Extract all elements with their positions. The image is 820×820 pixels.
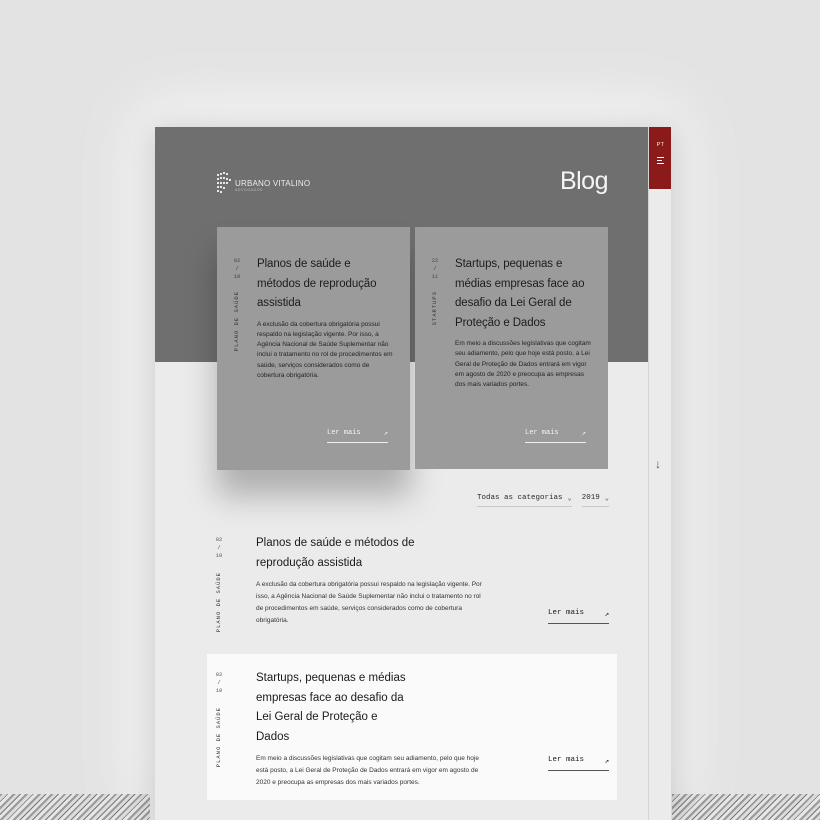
post-excerpt: A exclusão da cobertura obrigatória poss… [256,581,482,624]
post-title[interactable]: Startups, pequenas e médias empresas fac… [256,669,411,747]
hamburger-icon[interactable] [657,157,664,164]
arrow-up-right-icon: ↗ [604,758,609,766]
site-logo[interactable]: URBANO VITALINO ADVOGADOS [217,172,311,193]
post-day: 02 [233,257,241,264]
read-more-link[interactable]: Ler mais ↗ [327,429,388,443]
post-day: 22 [431,257,439,264]
arrow-up-right-icon: ↗ [604,611,609,619]
date-separator: / [217,544,221,551]
post-filters: Todas as categorias ⌄ 2019 ⌄ [477,494,609,507]
post-day: 02 [215,536,223,543]
featured-card[interactable]: 22 / 11 STARTUPS Startups, pequenas e mé… [415,227,608,469]
post-month: 10 [215,552,223,559]
logo-mark-icon [217,172,231,193]
arrow-up-right-icon: ↗ [383,430,388,438]
read-more-link[interactable]: Ler mais ↗ [548,756,609,771]
language-switch[interactable]: PT [657,142,665,148]
category-select[interactable]: Todas as categorias ⌄ [477,494,572,507]
post-day: 02 [215,671,223,678]
chevron-down-icon: ⌄ [567,495,572,503]
post-excerpt: A exclusão da cobertura obrigatória poss… [257,320,393,379]
read-more-label: Ler mais [327,429,361,437]
post-category: PLANO DE SAÚDE [215,572,222,633]
year-select-value: 2019 [581,494,600,502]
post-month: 11 [431,273,439,280]
read-more-label: Ler mais [548,756,585,764]
post-date: 22 / 11 STARTUPS [428,257,442,325]
date-separator: / [217,679,221,686]
post-month: 10 [233,273,241,280]
year-select[interactable]: 2019 ⌄ [581,494,609,507]
date-separator: / [235,265,239,272]
logo-name: URBANO VITALINO [235,178,311,188]
featured-card[interactable]: 02 / 10 PLANO DE SAÚDE Planos de saúde e… [217,227,410,470]
category-select-value: Todas as categorias [477,494,563,502]
arrow-up-right-icon: ↗ [581,430,586,438]
read-more-label: Ler mais [525,429,559,437]
post-date: 02 / 10 PLANO DE SAÚDE [212,671,226,767]
post-category: PLANO DE SAÚDE [233,291,240,352]
post-excerpt: Em meio a discussões legislativas que co… [455,340,591,389]
post-category: STARTUPS [431,291,438,326]
arrow-down-icon[interactable]: ↓ [655,457,661,471]
page-title: Blog [559,167,609,195]
logo-subtitle: ADVOGADOS [235,188,263,192]
date-separator: / [433,265,437,272]
terrazzo-floor-left [0,794,150,820]
post-list-item[interactable]: 02 / 10 PLANO DE SAÚDE Startups, pequena… [207,654,617,800]
side-rail: PT ↓ [648,127,671,820]
post-month: 10 [215,687,223,694]
blog-page: URBANO VITALINO ADVOGADOS Blog 02 / 10 P… [155,127,671,820]
read-more-link[interactable]: Ler mais ↗ [525,429,586,443]
post-date: 02 / 10 PLANO DE SAÚDE [230,257,244,351]
post-title[interactable]: Planos de saúde e métodos de reprodução … [257,255,396,314]
read-more-link[interactable]: Ler mais ↗ [548,609,609,624]
post-title[interactable]: Planos de saúde e métodos de reprodução … [256,534,416,573]
post-title[interactable]: Startups, pequenas e médias empresas fac… [455,255,594,333]
post-list-item[interactable]: 02 / 10 PLANO DE SAÚDE Planos de saúde e… [207,519,617,665]
post-category: PLANO DE SAÚDE [215,707,222,768]
read-more-label: Ler mais [548,609,585,617]
terrazzo-floor-right [672,794,820,820]
chevron-down-icon: ⌄ [604,495,609,503]
rail-menu-block: PT [649,127,671,189]
post-excerpt: Em meio a discussões legislativas que co… [256,755,479,786]
post-date: 02 / 10 PLANO DE SAÚDE [212,536,226,632]
